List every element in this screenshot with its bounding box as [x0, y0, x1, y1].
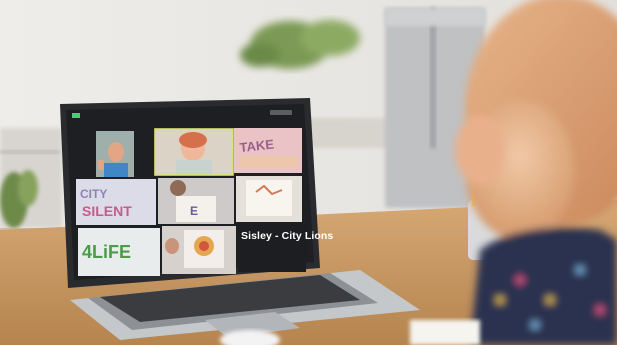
video-tile-5: E [158, 178, 234, 224]
video-tile-8 [162, 226, 236, 274]
video-tile-1 [96, 131, 134, 177]
video-tile-2 [154, 128, 234, 176]
video-grid: TAKE CITY SILENT E 4LiFE [76, 128, 306, 276]
svg-text:4LiFE: 4LiFE [82, 242, 131, 262]
photo-scene: TAKE CITY SILENT E 4LiFE Sisley - City L… [0, 0, 617, 345]
notebook [410, 320, 480, 345]
child-foreground [455, 0, 617, 345]
svg-text:E: E [190, 204, 198, 218]
video-tile-7: 4LiFE [78, 228, 160, 276]
video-caption: Sisley - City Lions [241, 230, 334, 242]
svg-text:CITY: CITY [80, 187, 107, 201]
photo-illustration: TAKE CITY SILENT E 4LiFE [0, 0, 617, 345]
video-tile-4: CITY SILENT [76, 179, 156, 225]
video-tile-6 [236, 176, 302, 222]
svg-text:SILENT: SILENT [82, 203, 132, 219]
video-tile-3: TAKE [234, 128, 302, 173]
